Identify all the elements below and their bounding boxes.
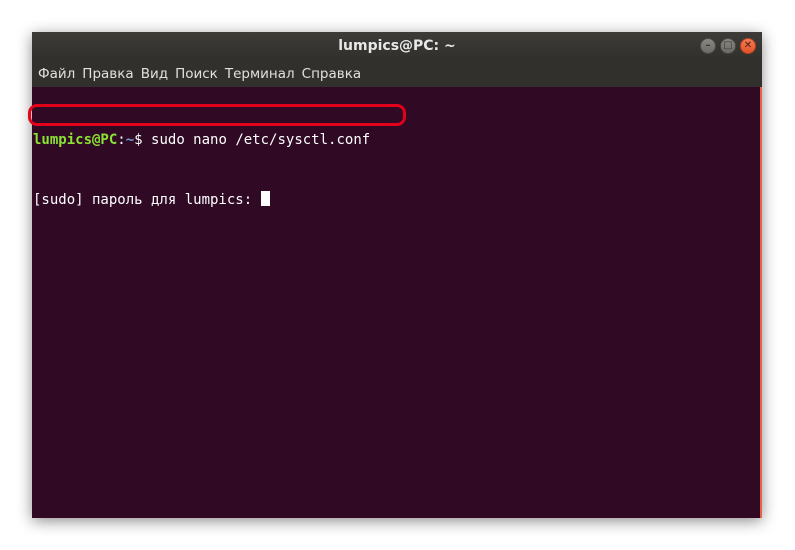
highlight-annotation — [28, 104, 406, 126]
scrollbar-edge[interactable] — [760, 87, 762, 518]
minimize-icon[interactable]: – — [700, 38, 716, 54]
password-prompt: [sudo] пароль для lumpics: — [33, 192, 261, 208]
close-icon[interactable]: ✕ — [740, 38, 756, 54]
menu-search[interactable]: Поиск — [174, 66, 223, 82]
prompt-user: lumpics@PC — [33, 132, 118, 148]
window-title: lumpics@PC: ~ — [338, 38, 456, 54]
text-cursor — [260, 191, 270, 206]
menu-bar: Файл Правка Вид Поиск Терминал Справка — [32, 61, 762, 87]
window-controls: – □ ✕ — [700, 38, 756, 54]
menu-edit[interactable]: Правка — [81, 66, 138, 82]
maximize-icon[interactable]: □ — [720, 38, 736, 54]
password-line: [sudo] пароль для lumpics: — [33, 190, 762, 210]
menu-help[interactable]: Справка — [301, 66, 366, 82]
command-line: lumpics@PC:~$ sudo nano /etc/sysctl.conf — [33, 130, 762, 150]
prompt-path: ~ — [125, 132, 135, 148]
menu-terminal[interactable]: Терминал — [224, 66, 300, 82]
terminal-output[interactable]: lumpics@PC:~$ sudo nano /etc/sysctl.conf… — [32, 87, 762, 518]
menu-view[interactable]: Вид — [140, 66, 173, 82]
prompt-separator: : — [117, 132, 126, 148]
prompt-symbol: $ — [134, 132, 143, 148]
menu-file[interactable]: Файл — [37, 66, 80, 82]
command-text: sudo nano /etc/sysctl.conf — [142, 132, 371, 148]
title-bar[interactable]: lumpics@PC: ~ – □ ✕ — [32, 32, 762, 61]
